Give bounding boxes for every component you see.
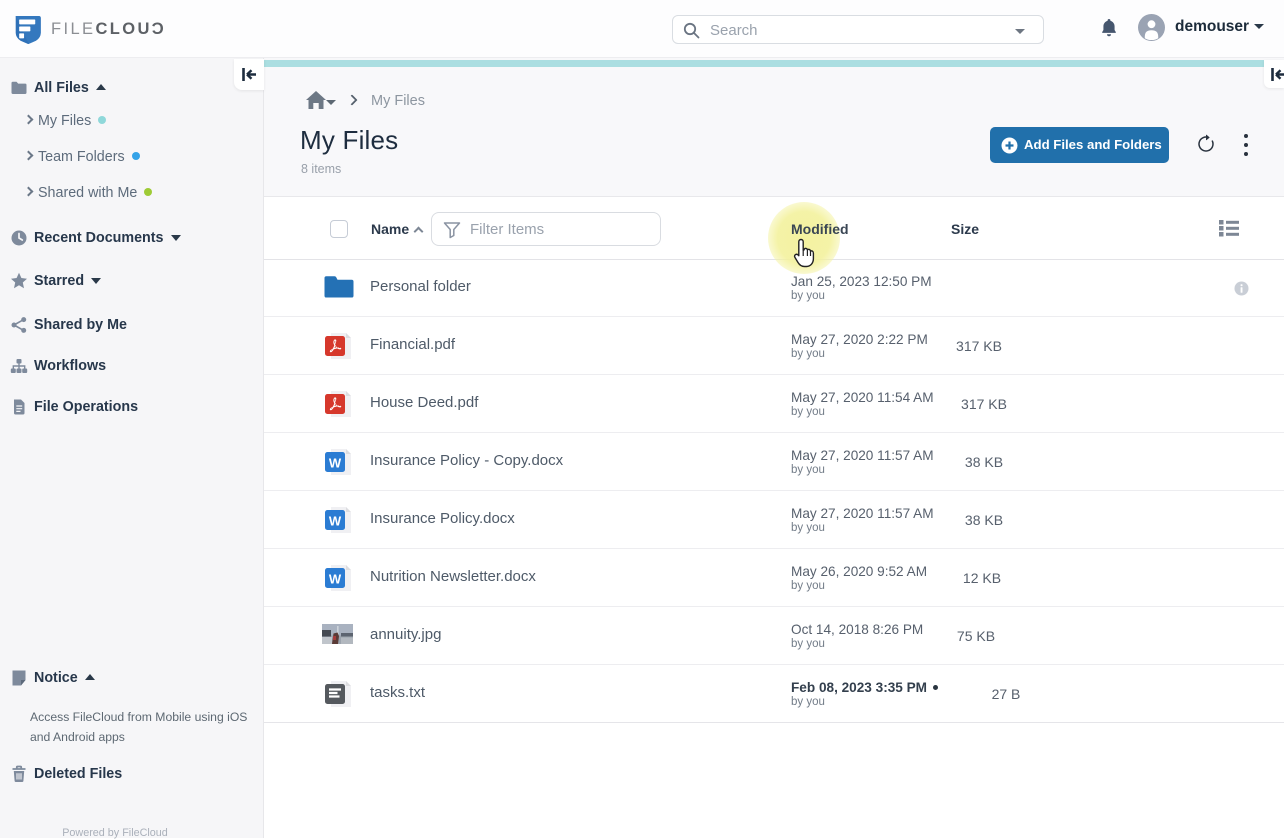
svg-text:W: W	[329, 572, 342, 587]
svg-text:W: W	[329, 514, 342, 529]
svg-text:W: W	[329, 456, 342, 471]
